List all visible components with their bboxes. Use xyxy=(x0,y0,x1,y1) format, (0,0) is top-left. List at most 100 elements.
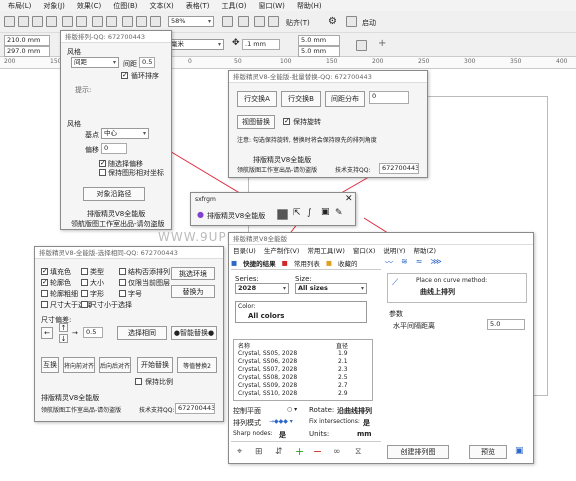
match-checkbox[interactable] xyxy=(119,279,126,286)
rotate-label: Rotate: xyxy=(309,406,335,414)
color-value: All colors xyxy=(248,312,285,320)
spacing-input[interactable]: 0.5 xyxy=(139,57,155,68)
close-icon[interactable]: ✕ xyxy=(345,194,353,204)
list-item-size: 2.5 xyxy=(338,374,348,381)
match-checkbox[interactable] xyxy=(81,268,88,275)
select-qq-label: 技术支持QQ: xyxy=(139,407,175,414)
spacing-mode-select[interactable]: 间距 xyxy=(71,57,119,68)
fit-menu-item[interactable]: 目录(U) xyxy=(233,245,256,256)
series-select[interactable]: 2028 xyxy=(235,283,289,294)
pen-icon[interactable]: ✎ xyxy=(335,208,343,218)
rotate-value[interactable]: 沿曲线排列 xyxy=(337,406,372,416)
curve-style-tabs[interactable]: 〰 ≋ ≈ ⋙ xyxy=(385,257,531,269)
align-icon[interactable]: ⊞ xyxy=(255,447,263,457)
match-checkbox[interactable] xyxy=(41,279,48,286)
place-dropdown-icon[interactable]: ○ ▾ xyxy=(287,406,297,413)
fit-menu-item[interactable]: 生产制作(V) xyxy=(264,245,300,256)
match-checkbox-label: 仅限当前图层 xyxy=(128,279,170,287)
view-replace-button[interactable]: 视图替换 xyxy=(237,115,275,129)
fit-panel-tabs: ■ 快捷的结果 ■ 常用列表 ■ 收藏的 xyxy=(231,257,377,269)
fix-value[interactable]: 是 xyxy=(363,418,370,428)
bucket-icon[interactable]: ▣ xyxy=(321,207,330,217)
match-checkbox[interactable] xyxy=(41,301,48,308)
row-swap-b-button[interactable]: 行交换B xyxy=(281,91,321,107)
list-item[interactable]: Crystal, SS06, 2028 xyxy=(238,358,297,365)
replace-qq-input[interactable]: 672700443 xyxy=(379,163,419,174)
offset-with-selection-checkbox[interactable] xyxy=(99,160,106,167)
distribute-icon[interactable]: ⇵ xyxy=(275,447,283,457)
plugin-frame-icon[interactable] xyxy=(277,209,288,220)
units-value[interactable]: mm xyxy=(357,430,372,438)
list-item[interactable]: Crystal, SS05, 2028 xyxy=(238,350,297,357)
list-item[interactable]: Crystal, SS10, 2028 xyxy=(238,390,297,397)
curve-style-2-icon[interactable]: ≋ xyxy=(401,257,408,269)
fit-tab[interactable]: 收藏的 xyxy=(338,258,358,268)
size-tolerance-input[interactable]: 0.5 xyxy=(83,327,103,338)
curve-icon[interactable]: ∫ xyxy=(307,208,312,218)
smart-replace-button[interactable]: ●智能替换● xyxy=(171,326,217,340)
fit-tab[interactable]: 常用列表 xyxy=(294,258,320,268)
match-checkbox[interactable] xyxy=(41,290,48,297)
pick-icon[interactable]: ⌖ xyxy=(237,447,242,457)
remove-icon[interactable]: − xyxy=(313,445,322,458)
curve-style-1-icon[interactable]: 〰 xyxy=(385,257,393,269)
fit-menu-item[interactable]: 窗口(X) xyxy=(353,245,376,256)
distribute-button[interactable]: 间距分布 xyxy=(325,91,365,107)
match-checkbox[interactable] xyxy=(119,290,126,297)
match-checkbox[interactable] xyxy=(81,279,88,286)
filter-icon[interactable]: ⧖ xyxy=(355,447,361,457)
offset-input[interactable]: 0 xyxy=(101,143,127,154)
select-footer-2: 领航版图工作室出品-请勿盗版 xyxy=(41,407,122,414)
forward-align-button[interactable]: 将向前对齐 xyxy=(63,357,95,373)
replace-with-button[interactable]: 替换为 xyxy=(171,285,215,298)
method-box[interactable]: ⟋ Place on curve method: 曲线上排列 xyxy=(387,273,527,303)
list-item[interactable]: Crystal, SS08, 2028 xyxy=(238,374,297,381)
match-checkbox[interactable] xyxy=(41,268,48,275)
match-checkbox[interactable] xyxy=(81,301,88,308)
tab-icon: ■ xyxy=(231,259,238,267)
match-checkbox[interactable] xyxy=(119,268,126,275)
cursor-icon[interactable]: ⇱ xyxy=(293,208,301,218)
arrow-up-button[interactable]: ↑ xyxy=(59,323,68,332)
gap-input[interactable]: 5.0 xyxy=(487,319,525,330)
arrow-down-button[interactable]: ↓ xyxy=(59,334,68,343)
equal-replace-button[interactable]: 等值替换2 xyxy=(177,357,217,373)
keep-rotation-checkbox[interactable] xyxy=(283,118,290,125)
fit-menu-item[interactable]: 帮助(Z) xyxy=(413,245,436,256)
backward-align-button[interactable]: 后向后对齐 xyxy=(99,357,131,373)
color-box[interactable]: Color: All colors xyxy=(235,301,367,323)
select-same-button[interactable]: 选择相同 xyxy=(117,326,167,340)
keep-ratio-checkbox[interactable] xyxy=(135,378,142,385)
match-checkbox-label: 结构否添排列 xyxy=(128,268,170,276)
note-label: 提示: xyxy=(75,86,92,94)
select-env-button[interactable]: 挑选环境 xyxy=(171,267,215,280)
help-icon[interactable]: ▣ xyxy=(515,446,524,456)
fit-tab[interactable]: 快捷的结果 xyxy=(243,258,276,268)
object-along-path-button[interactable]: 对象沿路径 xyxy=(83,187,145,201)
match-checkbox[interactable] xyxy=(81,290,88,297)
mini-panel-label[interactable]: 排版精灵V8全能版 xyxy=(207,211,265,221)
list-item[interactable]: Crystal, SS07, 2028 xyxy=(238,366,297,373)
add-icon[interactable]: + xyxy=(295,445,304,458)
keep-relative-checkbox[interactable] xyxy=(99,169,106,176)
fit-menu-item[interactable]: 常用工具(W) xyxy=(307,245,345,256)
swap-button[interactable]: 互换 xyxy=(41,357,59,373)
base-point-select[interactable]: 中心 xyxy=(101,128,149,139)
loop-checkbox[interactable] xyxy=(121,72,128,79)
curve-style-3-icon[interactable]: ≈ xyxy=(416,257,423,269)
crystal-list[interactable]: 名称 直径 Crystal, SS05, 2028 1.9 Crystal, SS0… xyxy=(233,339,373,401)
sequence-pattern-icon[interactable]: →◆◆◆ ▾ xyxy=(269,418,293,425)
preview-button[interactable]: 预览 xyxy=(469,445,507,459)
create-arrangement-button[interactable]: 创建排列图 xyxy=(387,445,449,459)
distribute-input[interactable]: 0 xyxy=(369,91,409,104)
arrow-left-button[interactable]: ← xyxy=(41,327,53,339)
link-icon[interactable]: ∞ xyxy=(333,447,341,457)
fit-menu-item[interactable]: 说明(Y) xyxy=(383,245,405,256)
size-select[interactable]: All sizes xyxy=(295,283,367,294)
curve-style-4-icon[interactable]: ⋙ xyxy=(430,257,441,269)
start-replace-button[interactable]: 开始替换 xyxy=(137,357,173,373)
list-item[interactable]: Crystal, SS09, 2028 xyxy=(238,382,297,389)
sharp-value[interactable]: 是 xyxy=(279,430,286,440)
row-swap-a-button[interactable]: 行交换A xyxy=(237,91,277,107)
select-qq-input[interactable]: 672700443 xyxy=(175,403,215,414)
